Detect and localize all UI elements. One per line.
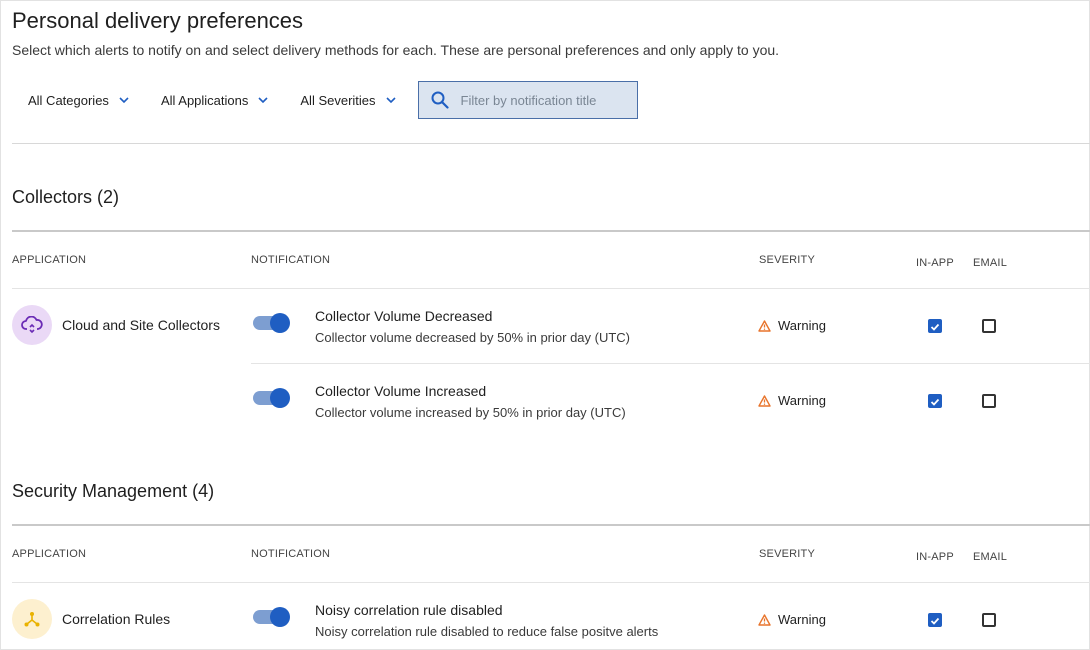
applications-dropdown[interactable]: All Applications — [145, 81, 284, 119]
notification-toggle[interactable] — [253, 312, 291, 334]
warning-icon — [758, 319, 771, 332]
cloud-sync-icon — [12, 305, 52, 345]
application-name: Cloud and Site Collectors — [62, 317, 220, 333]
column-header-severity: SEVERITY — [759, 254, 816, 266]
email-checkbox[interactable] — [982, 613, 996, 627]
row-divider — [251, 363, 1090, 364]
notification-title: Collector Volume Increased — [315, 383, 487, 399]
application-name: Correlation Rules — [62, 611, 171, 627]
column-header-email: EMAIL — [973, 257, 1008, 269]
search-box — [417, 81, 638, 119]
severity-indicator: Warning — [758, 318, 826, 333]
notification-description: Collector volume decreased by 50% in pri… — [315, 330, 631, 345]
column-header-notification: NOTIFICATION — [251, 254, 331, 266]
chevron-down-icon — [385, 96, 396, 103]
categories-dropdown-label: All Categories — [28, 92, 109, 108]
checkmark-icon — [930, 617, 940, 625]
notification-description: Noisy correlation rule disabled to reduc… — [315, 624, 659, 639]
warning-icon — [758, 394, 771, 407]
checkmark-icon — [930, 398, 940, 406]
column-header-application: APPLICATION — [12, 548, 87, 560]
chevron-down-icon — [258, 96, 268, 103]
column-header-application: APPLICATION — [12, 254, 87, 266]
severity-label: Warning — [778, 612, 826, 627]
categories-dropdown[interactable]: All Categories — [12, 81, 145, 119]
checkmark-icon — [930, 323, 940, 331]
notification-title: Noisy correlation rule disabled — [315, 602, 503, 618]
severity-indicator: Warning — [758, 393, 826, 408]
section-title-security-management: Security Management (4) — [12, 481, 215, 501]
warning-icon — [758, 613, 771, 626]
filters-divider — [12, 143, 1090, 144]
severities-dropdown[interactable]: All Severities — [284, 81, 411, 119]
correlation-icon — [12, 599, 52, 639]
header-row-divider — [12, 582, 1090, 583]
column-header-severity: SEVERITY — [759, 548, 816, 560]
severity-label: Warning — [778, 393, 826, 408]
search-input[interactable] — [458, 91, 633, 109]
notification-toggle[interactable] — [253, 387, 291, 409]
search-icon — [431, 91, 449, 109]
column-header-in-app: IN-APP — [916, 551, 954, 563]
header-row-divider — [12, 288, 1090, 289]
email-checkbox[interactable] — [982, 319, 996, 333]
severity-indicator: Warning — [758, 612, 826, 627]
section-title-collectors: Collectors (2) — [12, 187, 120, 207]
severities-dropdown-label: All Severities — [300, 92, 376, 108]
page-title: Personal delivery preferences — [12, 8, 304, 33]
column-header-in-app: IN-APP — [916, 257, 954, 269]
section-divider — [12, 524, 1090, 526]
section-divider — [12, 230, 1090, 232]
applications-dropdown-label: All Applications — [160, 92, 249, 108]
severity-label: Warning — [778, 318, 826, 333]
column-header-email: EMAIL — [973, 551, 1008, 563]
in-app-checkbox[interactable] — [928, 613, 942, 627]
in-app-checkbox[interactable] — [928, 394, 942, 408]
filter-bar: All Categories All Applications All Seve… — [12, 81, 638, 119]
notification-toggle[interactable] — [253, 606, 291, 628]
email-checkbox[interactable] — [982, 394, 996, 408]
page-subtitle: Select which alerts to notify on and sel… — [12, 42, 780, 58]
in-app-checkbox[interactable] — [928, 319, 942, 333]
notification-title: Collector Volume Decreased — [315, 308, 493, 324]
chevron-down-icon — [119, 96, 129, 103]
notification-description: Collector volume increased by 50% in pri… — [315, 405, 626, 420]
column-header-notification: NOTIFICATION — [251, 548, 331, 560]
